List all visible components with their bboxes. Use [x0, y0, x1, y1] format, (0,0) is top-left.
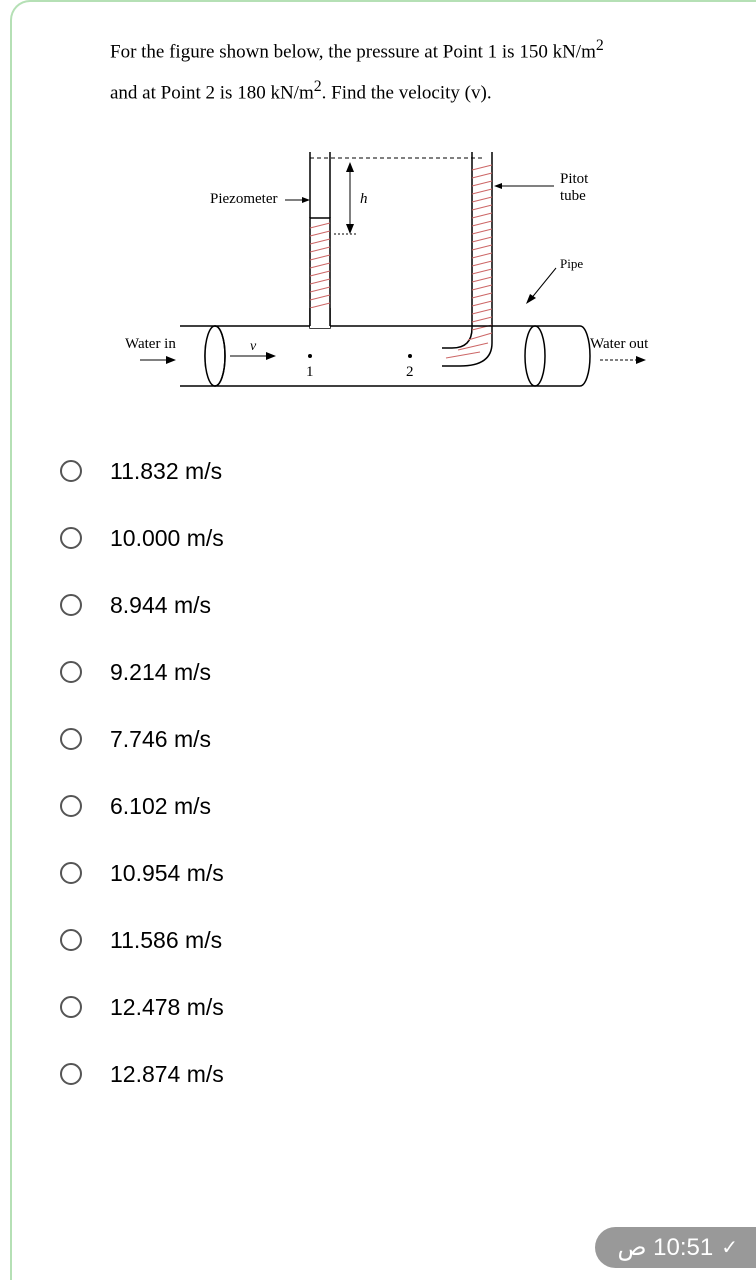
radio-icon: [60, 862, 82, 884]
option-label: 12.874 m/s: [110, 1061, 224, 1088]
option-5[interactable]: 7.746 m/s: [60, 726, 716, 753]
option-label: 12.478 m/s: [110, 994, 224, 1021]
radio-icon: [60, 795, 82, 817]
pitot-label-1: Pitot: [560, 171, 589, 187]
option-8[interactable]: 11.586 m/s: [60, 927, 716, 954]
water-in-label: Water in: [125, 336, 176, 352]
option-3[interactable]: 8.944 m/s: [60, 592, 716, 619]
point1-label: 1: [306, 364, 314, 380]
point2-label: 2: [406, 364, 414, 380]
pipe-label: Pipe: [560, 256, 583, 271]
option-1[interactable]: 11.832 m/s: [60, 458, 716, 485]
water-out-label: Water out: [590, 336, 649, 352]
time-badge: ✓ 10:51 ص: [595, 1227, 756, 1268]
radio-icon: [60, 594, 82, 616]
option-label: 11.832 m/s: [110, 458, 222, 485]
option-7[interactable]: 10.954 m/s: [60, 860, 716, 887]
option-10[interactable]: 12.874 m/s: [60, 1061, 716, 1088]
option-label: 11.586 m/s: [110, 927, 222, 954]
option-9[interactable]: 12.478 m/s: [60, 994, 716, 1021]
time-text: 10:51 ص: [617, 1233, 713, 1262]
radio-icon: [60, 929, 82, 951]
question-sup2: 2: [314, 78, 322, 95]
h-label: h: [360, 191, 368, 207]
pitot-figure: h Piezometer: [50, 128, 716, 428]
question-text: For the figure shown below, the pressure…: [50, 30, 716, 113]
option-label: 10.954 m/s: [110, 860, 224, 887]
option-label: 7.746 m/s: [110, 726, 211, 753]
question-sup1: 2: [596, 37, 604, 54]
question-line2b: . Find the velocity (v).: [322, 83, 492, 104]
v-label: v: [250, 339, 257, 354]
pitot-label-2: tube: [560, 188, 586, 204]
radio-icon: [60, 996, 82, 1018]
radio-icon: [60, 460, 82, 482]
option-label: 9.214 m/s: [110, 659, 211, 686]
radio-icon: [60, 1063, 82, 1085]
check-icon: ✓: [721, 1235, 738, 1260]
piezometer-label: Piezometer: [210, 191, 277, 207]
option-4[interactable]: 9.214 m/s: [60, 659, 716, 686]
radio-icon: [60, 661, 82, 683]
radio-icon: [60, 527, 82, 549]
question-line1: For the figure shown below, the pressure…: [110, 41, 596, 62]
option-2[interactable]: 10.000 m/s: [60, 525, 716, 552]
option-6[interactable]: 6.102 m/s: [60, 793, 716, 820]
radio-icon: [60, 728, 82, 750]
option-label: 10.000 m/s: [110, 525, 224, 552]
question-line2: and at Point 2 is 180 kN/m: [110, 83, 314, 104]
option-label: 8.944 m/s: [110, 592, 211, 619]
options-list: 11.832 m/s 10.000 m/s 8.944 m/s 9.214 m/…: [50, 458, 716, 1088]
option-label: 6.102 m/s: [110, 793, 211, 820]
